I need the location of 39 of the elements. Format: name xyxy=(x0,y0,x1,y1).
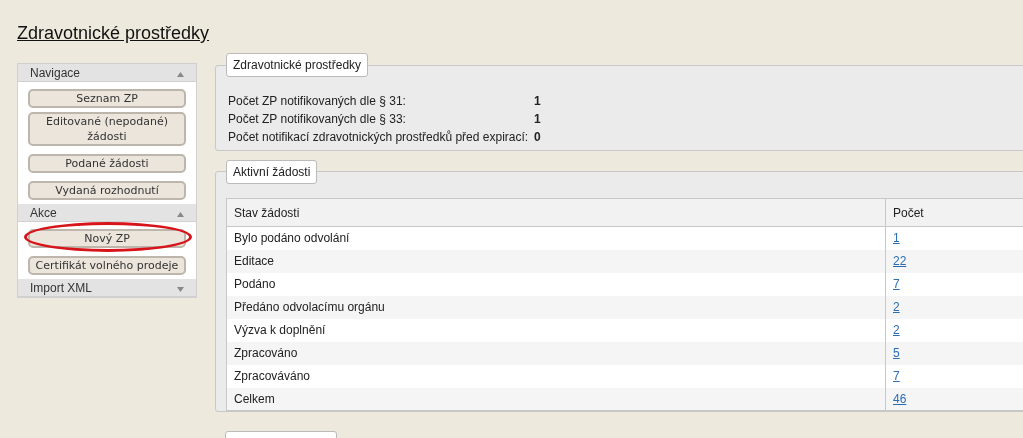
page-title: Zdravotnické prostředky xyxy=(17,22,210,45)
count-link[interactable]: 7 xyxy=(893,277,900,291)
nav-button[interactable]: Editované (nepodané) žádosti xyxy=(28,112,186,146)
count-link[interactable]: 7 xyxy=(893,369,900,383)
table-cell: Bylo podáno odvolání xyxy=(226,226,886,250)
stat-label: Počet ZP notifikovaných dle § 33: xyxy=(228,111,407,128)
table-cell: Zpracováno xyxy=(226,341,886,365)
column-header: Počet xyxy=(885,198,1023,227)
nav-button[interactable]: Vydaná rozhodnutí xyxy=(28,181,186,200)
collapse-arrow-icon xyxy=(177,212,184,217)
stat-value: 0 xyxy=(534,129,541,146)
table-cell: Výzva k doplnění xyxy=(226,318,886,342)
column-header: Stav žádosti xyxy=(226,198,886,227)
count-link[interactable]: 46 xyxy=(893,391,907,406)
stat-value: 1 xyxy=(534,93,541,110)
nav-button[interactable]: Certifikát volného prodeje xyxy=(28,256,186,275)
nav-button[interactable]: Podané žádosti xyxy=(28,154,186,173)
stat-value: 1 xyxy=(534,111,541,128)
accordion-header[interactable]: Navigace xyxy=(18,64,196,82)
panel-legend: Aktivní žádosti xyxy=(226,160,318,184)
table-cell: Editace xyxy=(226,249,886,273)
count-link[interactable]: 22 xyxy=(893,254,907,268)
nav-button[interactable]: Seznam ZP xyxy=(28,89,186,108)
collapse-arrow-icon xyxy=(177,72,184,77)
count-link[interactable]: 2 xyxy=(893,323,900,337)
table-cell: Zpracováváno xyxy=(226,364,886,388)
table-cell: Podáno xyxy=(226,272,886,296)
stat-label: Počet ZP notifikovaných dle § 31: xyxy=(228,93,407,110)
nav-button[interactable]: Nový ZP xyxy=(28,229,186,248)
expand-arrow-icon xyxy=(177,287,184,292)
count-link[interactable]: 5 xyxy=(893,346,900,360)
table-cell: Celkem xyxy=(226,387,886,411)
panel-legend: Zdravotnické prostředky xyxy=(226,53,369,77)
stat-label: Počet notifikací zdravotnických prostředků před expirací: xyxy=(228,129,530,146)
accordion-header[interactable]: Import XML xyxy=(18,279,196,297)
count-link[interactable]: 2 xyxy=(893,300,900,314)
count-link[interactable]: 1 xyxy=(893,231,900,246)
table-cell: Předáno odvolacímu orgánu xyxy=(226,295,886,319)
accordion-header[interactable]: Akce xyxy=(18,204,196,222)
